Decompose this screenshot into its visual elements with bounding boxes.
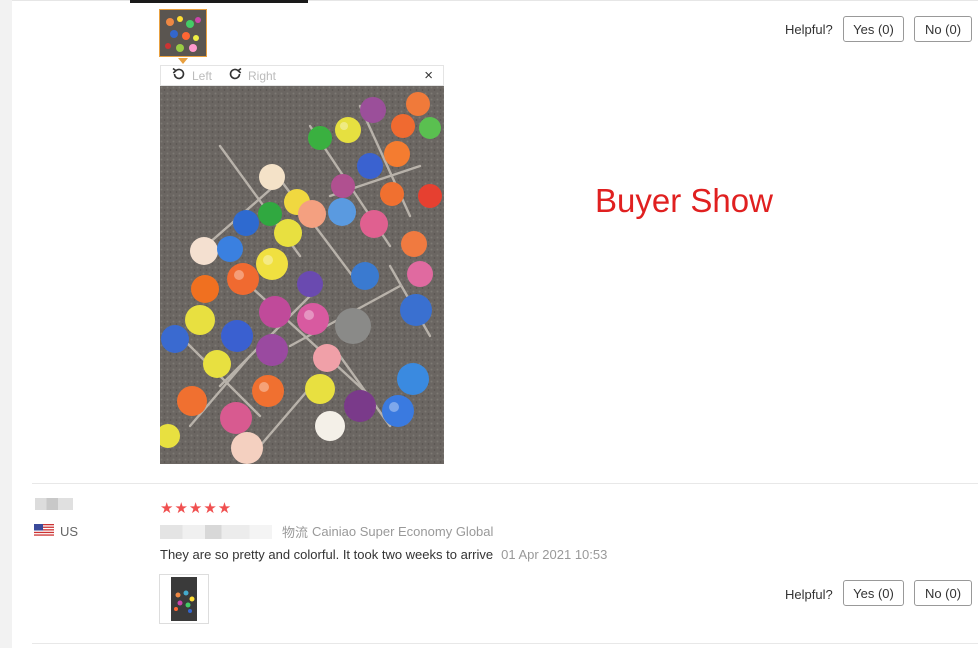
- shipping-method: Cainiao Super Economy Global: [312, 524, 494, 539]
- helpful-no-button[interactable]: No (0): [914, 16, 972, 42]
- us-flag-icon: [34, 524, 60, 539]
- review-content: They are so pretty and colorful. It took…: [160, 547, 607, 562]
- rotate-right-button[interactable]: Right: [227, 66, 276, 86]
- product-variant-blurred: [160, 524, 272, 539]
- review-text: They are so pretty and colorful. It took…: [160, 547, 494, 562]
- helpful-label: Helpful?: [785, 22, 833, 37]
- left-margin-strip: [0, 0, 12, 648]
- shipping-label: 物流: [282, 525, 309, 540]
- enlarged-review-photo: [160, 86, 444, 464]
- star-rating: ★★★★★: [160, 500, 233, 517]
- reviewer-name-blurred: [35, 498, 73, 510]
- country-code: US: [60, 524, 79, 539]
- review-photo-thumbnail-active[interactable]: [159, 9, 207, 57]
- rotate-left-label: Left: [192, 69, 213, 83]
- review-date: 01 Apr 2021 10:53: [501, 547, 608, 562]
- buyer-show-overlay-text: Buyer Show: [595, 182, 773, 219]
- review-photo-thumbnail[interactable]: [159, 574, 209, 624]
- rotate-left-button[interactable]: Left: [171, 66, 212, 86]
- image-viewer-toolbar: Left Right ×: [160, 65, 444, 86]
- close-icon[interactable]: ×: [424, 67, 433, 85]
- thumbnail-pointer: [178, 58, 188, 64]
- review-divider: [32, 483, 978, 484]
- review-divider-bottom: [32, 643, 978, 644]
- helpful-no-button-second[interactable]: No (0): [914, 580, 972, 606]
- reviewer-country: US: [34, 524, 78, 539]
- review-meta: 物流 Cainiao Super Economy Global: [160, 522, 493, 541]
- helpful-yes-button[interactable]: Yes (0): [843, 16, 904, 42]
- top-active-tab-indicator: [130, 0, 308, 3]
- helpful-yes-button-second[interactable]: Yes (0): [843, 580, 904, 606]
- helpful-label-second: Helpful?: [785, 587, 833, 602]
- rotate-right-icon: [227, 66, 243, 87]
- rotate-left-icon: [171, 66, 187, 87]
- rotate-right-label: Right: [248, 69, 277, 83]
